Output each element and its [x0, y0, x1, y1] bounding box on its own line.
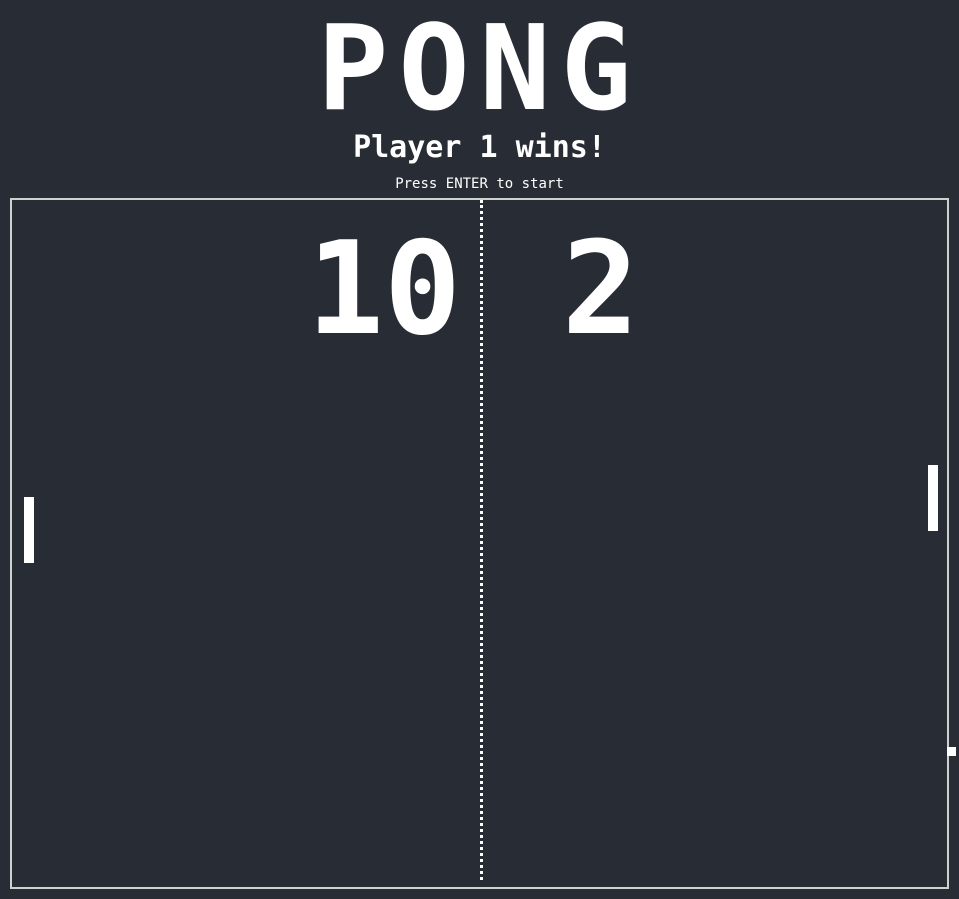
start-hint: Press ENTER to start [395, 176, 564, 192]
game-title: PONG [317, 0, 642, 137]
player2-score: 2 [562, 215, 640, 364]
right-paddle [928, 465, 938, 531]
center-net [480, 200, 483, 880]
ball [947, 747, 956, 756]
left-paddle [24, 497, 34, 563]
player1-score: 10 [306, 215, 461, 364]
play-field: 10 2 [10, 198, 956, 889]
game-screen[interactable]: PONG Player 1 wins! Press ENTER to start… [0, 0, 959, 899]
winner-message: Player 1 wins! [353, 130, 606, 165]
